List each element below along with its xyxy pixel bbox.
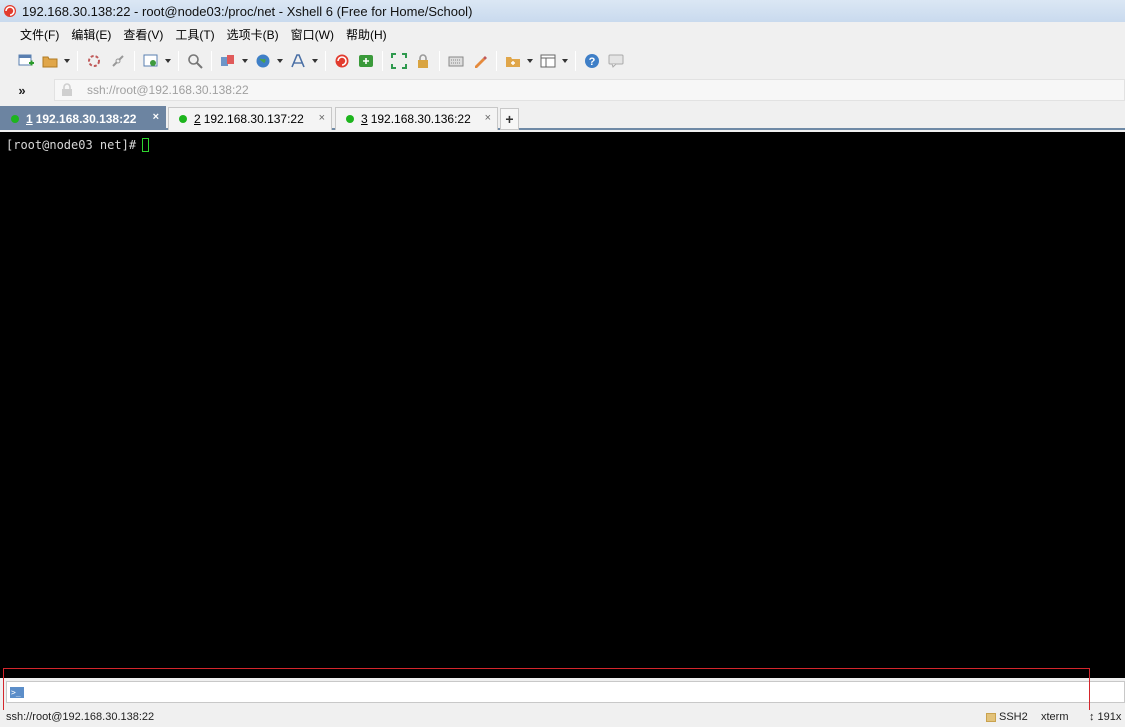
chevron-down-icon[interactable] <box>163 50 172 72</box>
highlight-icon[interactable] <box>469 50 491 72</box>
xftp-icon[interactable] <box>355 50 377 72</box>
tab-session-2[interactable]: 2 192.168.30.137:22 × <box>168 107 332 130</box>
tab-label: 192.168.30.137:22 <box>203 112 304 126</box>
toolbar-separator <box>77 51 78 71</box>
terminal-area[interactable]: [root@node03 net]# <box>0 132 1125 678</box>
new-folder-icon[interactable] <box>502 50 524 72</box>
properties-icon[interactable] <box>140 50 162 72</box>
lock-icon <box>61 83 75 97</box>
chevron-down-icon[interactable] <box>275 50 284 72</box>
chevron-down-icon[interactable] <box>62 50 71 72</box>
tab-number: 1 <box>26 111 33 126</box>
toolbar-separator <box>439 51 440 71</box>
chevron-down-icon[interactable] <box>310 50 319 72</box>
add-tab-button[interactable]: + <box>500 108 519 130</box>
tab-session-3[interactable]: 3 192.168.30.136:22 × <box>335 107 498 130</box>
font-icon[interactable] <box>287 50 309 72</box>
toolbar: ? <box>0 46 1125 76</box>
close-icon[interactable]: × <box>153 111 159 123</box>
find-icon[interactable] <box>184 50 206 72</box>
address-bar: » ssh://root@192.168.30.138:22 <box>0 76 1125 104</box>
expand-toolbar-button[interactable]: » <box>0 76 48 104</box>
terminal-cursor <box>142 137 150 152</box>
status-protocol: SSH2 <box>986 711 1028 723</box>
chevron-down-icon[interactable] <box>240 50 249 72</box>
status-protocol-label: SSH2 <box>999 711 1028 723</box>
xshell-logo-icon <box>2 3 18 19</box>
chat-icon[interactable] <box>605 50 627 72</box>
disconnect-icon[interactable] <box>107 50 129 72</box>
close-icon[interactable]: × <box>319 112 325 124</box>
tab-label: 192.168.30.138:22 <box>35 111 137 126</box>
toolbar-separator <box>211 51 212 71</box>
close-icon[interactable]: × <box>485 112 491 124</box>
menu-bar: 文件(F) 编辑(E) 查看(V) 工具(T) 选项卡(B) 窗口(W) 帮助(… <box>0 22 1125 46</box>
compose-input[interactable]: >_ <box>6 681 1125 703</box>
toolbar-separator <box>496 51 497 71</box>
chevron-down-icon[interactable] <box>525 50 534 72</box>
tab-bar: 1 192.168.30.138:22 × 2 192.168.30.137:2… <box>0 104 1125 130</box>
globe-icon[interactable] <box>252 50 274 72</box>
status-terminal-size: ↕ 191x <box>1089 711 1122 723</box>
transfer-icon[interactable] <box>217 50 239 72</box>
layout-icon[interactable] <box>537 50 559 72</box>
status-bar: ssh://root@192.168.30.138:22 SSH2 xterm … <box>0 710 1125 727</box>
toolbar-separator <box>325 51 326 71</box>
tab-number: 2 <box>194 112 201 126</box>
help-icon[interactable]: ? <box>581 50 603 72</box>
open-folder-icon[interactable] <box>39 50 61 72</box>
toolbar-separator <box>575 51 576 71</box>
prompt-line: [root@node03 net]# <box>6 137 1119 152</box>
chevron-down-icon[interactable] <box>560 50 569 72</box>
title-bar: 192.168.30.138:22 - root@node03:/proc/ne… <box>0 0 1125 22</box>
address-text: ssh://root@192.168.30.138:22 <box>87 83 249 97</box>
xshell-icon[interactable] <box>331 50 353 72</box>
terminal-prompt-icon: >_ <box>10 686 24 698</box>
lock-icon[interactable] <box>412 50 434 72</box>
tab-number: 3 <box>361 112 368 126</box>
menu-view[interactable]: 查看(V) <box>117 26 169 43</box>
menu-help[interactable]: 帮助(H) <box>340 26 393 43</box>
menu-tools[interactable]: 工具(T) <box>169 26 220 43</box>
reconnect-icon[interactable] <box>83 50 105 72</box>
toolbar-separator <box>382 51 383 71</box>
menu-file[interactable]: 文件(F) <box>14 26 65 43</box>
tab-session-1[interactable]: 1 192.168.30.138:22 × <box>0 106 166 130</box>
keyboard-icon[interactable] <box>445 50 467 72</box>
svg-text:?: ? <box>589 56 596 68</box>
toolbar-separator <box>178 51 179 71</box>
shell-prompt: [root@node03 net]# <box>6 137 137 152</box>
new-session-icon[interactable] <box>15 50 37 72</box>
lock-icon <box>986 712 996 722</box>
connected-status-icon <box>346 115 354 123</box>
connected-status-icon <box>179 115 187 123</box>
fullscreen-icon[interactable] <box>388 50 410 72</box>
toolbar-separator <box>134 51 135 71</box>
xshell-window: 192.168.30.138:22 - root@node03:/proc/ne… <box>0 0 1125 727</box>
window-title: 192.168.30.138:22 - root@node03:/proc/ne… <box>22 3 473 19</box>
menu-edit[interactable]: 编辑(E) <box>65 26 117 43</box>
menu-window[interactable]: 窗口(W) <box>285 26 340 43</box>
tab-label: 192.168.30.136:22 <box>370 112 471 126</box>
status-connection: ssh://root@192.168.30.138:22 <box>6 711 155 723</box>
connected-status-icon <box>11 114 19 123</box>
menu-tabs[interactable]: 选项卡(B) <box>221 26 285 43</box>
status-terminal-type: xterm <box>1041 711 1069 723</box>
address-input[interactable]: ssh://root@192.168.30.138:22 <box>54 79 1125 101</box>
compose-bar: >_ <box>0 678 1125 710</box>
